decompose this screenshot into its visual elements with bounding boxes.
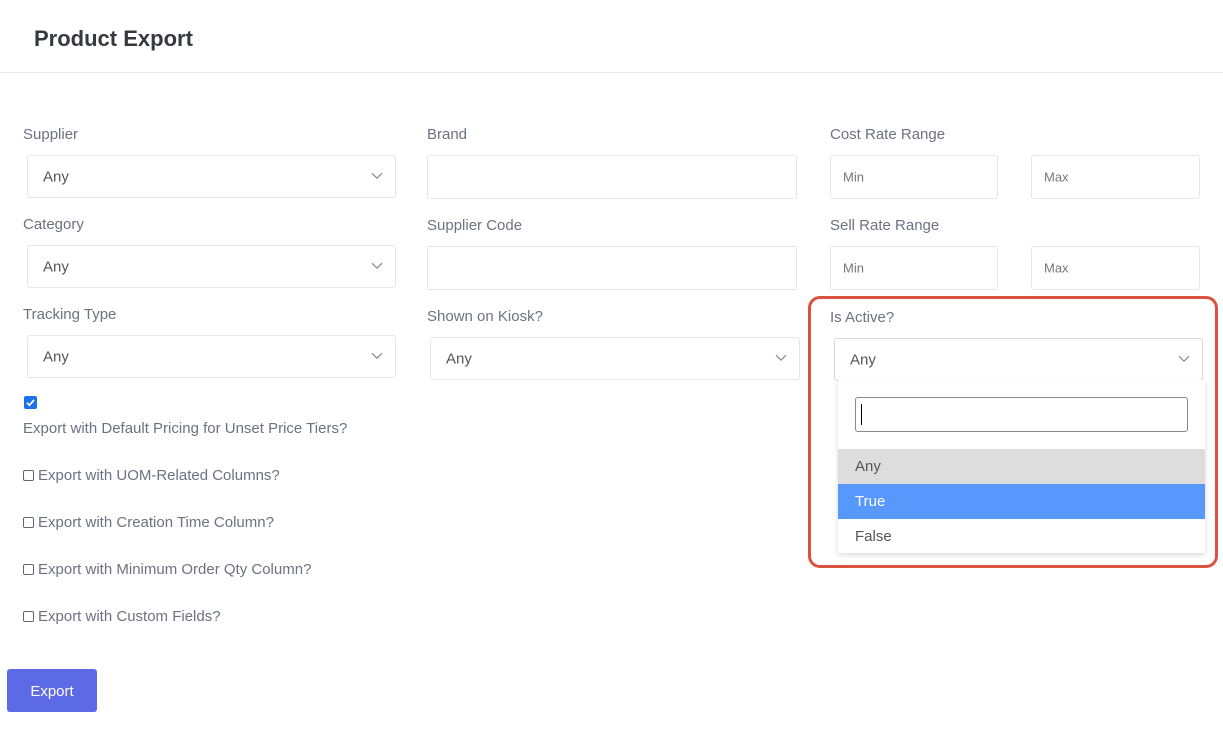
- uom-columns-label: Export with UOM-Related Columns?: [38, 467, 280, 484]
- sell-rate-min-input[interactable]: Min: [830, 246, 998, 290]
- shown-on-kiosk-select[interactable]: Any: [430, 337, 800, 380]
- min-order-qty-checkbox[interactable]: [23, 564, 34, 575]
- chevron-down-icon: [371, 262, 383, 269]
- cost-rate-min-input[interactable]: Min: [830, 155, 998, 199]
- sell-rate-max-input[interactable]: Max: [1031, 246, 1200, 290]
- sell-rate-max-placeholder: Max: [1044, 260, 1069, 276]
- supplier-code-label: Supplier Code: [427, 217, 523, 234]
- supplier-select[interactable]: Any: [27, 155, 396, 198]
- supplier-select-value: Any: [43, 168, 69, 185]
- brand-label: Brand: [427, 126, 468, 143]
- page-title: Product Export: [34, 26, 193, 51]
- export-button[interactable]: Export: [7, 669, 97, 712]
- sell-rate-range-label: Sell Rate Range: [830, 217, 940, 234]
- custom-fields-label: Export with Custom Fields?: [38, 608, 221, 625]
- tracking-type-select-value: Any: [43, 348, 69, 365]
- uom-columns-checkbox[interactable]: [23, 470, 34, 481]
- min-order-qty-option[interactable]: Export with Minimum Order Qty Column?: [23, 561, 311, 578]
- default-pricing-checkbox[interactable]: [24, 396, 37, 409]
- custom-fields-option[interactable]: Export with Custom Fields?: [23, 608, 221, 625]
- supplier-label: Supplier: [23, 126, 79, 143]
- creation-time-checkbox[interactable]: [23, 517, 34, 528]
- supplier-code-input[interactable]: [427, 246, 797, 290]
- uom-columns-option[interactable]: Export with UOM-Related Columns?: [23, 467, 280, 484]
- chevron-down-icon: [371, 352, 383, 359]
- brand-input[interactable]: [427, 155, 797, 199]
- checkmark-icon: [26, 399, 35, 407]
- cost-rate-max-placeholder: Max: [1044, 169, 1069, 185]
- cost-rate-max-input[interactable]: Max: [1031, 155, 1200, 199]
- shown-on-kiosk-label: Shown on Kiosk?: [427, 308, 543, 325]
- category-label: Category: [23, 216, 84, 233]
- shown-on-kiosk-select-value: Any: [446, 350, 472, 367]
- tracking-type-label: Tracking Type: [23, 306, 117, 323]
- tracking-type-select[interactable]: Any: [27, 335, 396, 378]
- category-select-value: Any: [43, 258, 69, 275]
- cost-rate-min-placeholder: Min: [843, 169, 864, 185]
- annotation-highlight: [808, 296, 1218, 568]
- chevron-down-icon: [371, 172, 383, 179]
- chevron-down-icon: [775, 354, 787, 361]
- min-order-qty-label: Export with Minimum Order Qty Column?: [38, 561, 312, 578]
- sell-rate-min-placeholder: Min: [843, 260, 864, 276]
- creation-time-option[interactable]: Export with Creation Time Column?: [23, 514, 274, 531]
- page-header: Product Export: [0, 0, 1223, 73]
- cost-rate-range-label: Cost Rate Range: [830, 126, 946, 143]
- default-pricing-label: Export with Default Pricing for Unset Pr…: [23, 420, 348, 437]
- creation-time-label: Export with Creation Time Column?: [38, 514, 274, 531]
- category-select[interactable]: Any: [27, 245, 396, 288]
- custom-fields-checkbox[interactable]: [23, 611, 34, 622]
